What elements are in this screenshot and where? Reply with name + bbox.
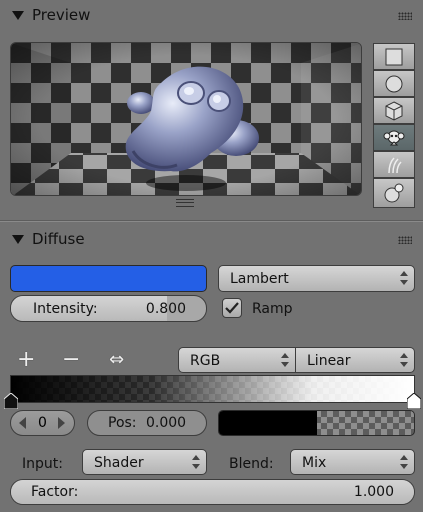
- stop-marker-icon: [3, 392, 19, 410]
- ramp-checkbox[interactable]: [222, 298, 242, 318]
- monkey-icon: [383, 130, 405, 145]
- diffuse-panel-header[interactable]: Diffuse: [0, 224, 423, 254]
- factor-value: 1.000: [353, 484, 394, 500]
- drag-grip-icon[interactable]: [398, 12, 412, 20]
- active-stop-index-field[interactable]: 0: [10, 410, 75, 436]
- intensity-slider[interactable]: Intensity: 0.800: [10, 295, 207, 322]
- shader-dropdown[interactable]: Lambert: [218, 265, 415, 292]
- material-preview-render: [10, 42, 362, 196]
- stop-position-field[interactable]: Pos: 0.000: [87, 410, 207, 436]
- checkmark-icon: [225, 302, 239, 314]
- drag-grip-icon[interactable]: [398, 236, 412, 244]
- updown-arrows-icon: [192, 454, 200, 470]
- preview-image: [11, 43, 361, 195]
- color-mode-value: RGB: [190, 353, 221, 369]
- collapse-triangle-icon[interactable]: [12, 11, 24, 20]
- input-value: Shader: [94, 455, 144, 471]
- input-dropdown[interactable]: Shader: [82, 449, 207, 475]
- color-ramp-bar[interactable]: [10, 375, 415, 403]
- updown-arrows-icon: [281, 352, 289, 368]
- flip-ramp-arrows-icon[interactable]: ⇔: [109, 349, 124, 371]
- ramp-stop-right[interactable]: [406, 392, 422, 410]
- hair-icon: [388, 156, 402, 173]
- stop-marker-icon: [406, 392, 422, 410]
- panel-title: Diffuse: [32, 230, 85, 248]
- ramp-stop-left[interactable]: [3, 392, 19, 410]
- sphere-sky-icon: [384, 183, 404, 203]
- plane-icon: [385, 48, 403, 65]
- ramp-label: Ramp: [252, 301, 293, 317]
- updown-arrows-icon: [400, 270, 408, 286]
- factor-slider[interactable]: Factor: 1.000: [10, 479, 415, 505]
- blend-label: Blend:: [229, 456, 274, 472]
- diffuse-color-swatch[interactable]: [10, 265, 207, 292]
- increment-arrow-icon[interactable]: [58, 417, 66, 429]
- preview-cube-button[interactable]: [373, 97, 415, 124]
- panel-separator-highlight: [0, 221, 423, 222]
- preview-plane-button[interactable]: [373, 43, 415, 70]
- blend-value: Mix: [302, 455, 327, 471]
- input-label: Input:: [22, 456, 63, 472]
- collapse-triangle-icon[interactable]: [12, 235, 24, 244]
- ramp-color-mode-dropdown[interactable]: RGB: [178, 347, 296, 373]
- pos-value: 0.000: [146, 415, 187, 431]
- intensity-label: Intensity:: [33, 301, 98, 317]
- preview-resize-handle[interactable]: [176, 199, 194, 207]
- stop-color-fill: [219, 411, 317, 435]
- add-stop-plus-icon[interactable]: +: [17, 349, 35, 371]
- factor-label: Factor:: [31, 484, 79, 500]
- updown-arrows-icon: [400, 352, 408, 368]
- preview-sphere-button[interactable]: [373, 70, 415, 97]
- interpolation-value: Linear: [307, 353, 351, 369]
- shader-value: Lambert: [230, 271, 289, 287]
- cube-icon: [385, 100, 403, 121]
- sphere-icon: [385, 75, 403, 92]
- preview-monkey-button[interactable]: [373, 124, 415, 151]
- remove-stop-minus-icon[interactable]: −: [62, 349, 80, 371]
- ramp-interpolation-dropdown[interactable]: Linear: [296, 347, 415, 373]
- panel-title: Preview: [32, 6, 91, 24]
- preview-hair-button[interactable]: [373, 151, 415, 178]
- intensity-value: 0.800: [145, 301, 186, 317]
- pos-label: Pos:: [108, 415, 137, 431]
- updown-arrows-icon: [400, 454, 408, 470]
- stop-color-swatch[interactable]: [218, 410, 415, 436]
- preview-sky-button[interactable]: [373, 178, 415, 208]
- preview-panel-header[interactable]: Preview: [0, 0, 423, 30]
- blend-dropdown[interactable]: Mix: [290, 449, 415, 475]
